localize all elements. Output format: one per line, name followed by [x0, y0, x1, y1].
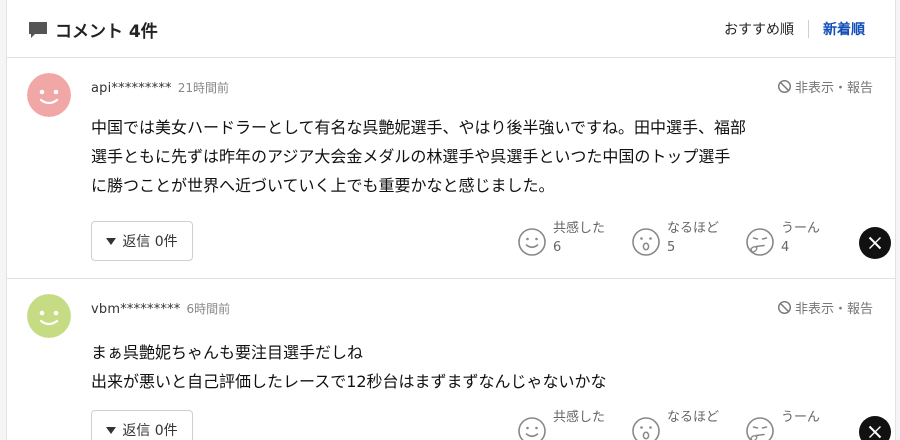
hide-report-label: 非表示・報告: [794, 81, 873, 96]
hide-report-label: 非表示・報告: [794, 302, 873, 317]
comment-bubble-icon: [29, 21, 47, 38]
sort-recommended-tab[interactable]: おすすめ順: [724, 19, 794, 39]
comment-username[interactable]: vbm*********: [91, 302, 181, 317]
x-logo-icon: [868, 425, 882, 439]
smile-face-icon: [518, 228, 546, 256]
reaction-count: 5: [667, 240, 676, 255]
hide-report-link[interactable]: 非表示・報告: [777, 298, 873, 317]
reaction-label: 共感した: [553, 410, 606, 425]
reply-label: 返信 0件: [122, 423, 178, 439]
x-logo-icon: [868, 236, 882, 250]
prohibit-icon: [777, 300, 791, 315]
reaction-insightful-button[interactable]: なるほど 5: [631, 219, 745, 257]
hide-report-link[interactable]: 非表示・報告: [777, 77, 873, 96]
comment-meta: vbm********* 6時間前: [91, 300, 230, 317]
sort-newest-tab[interactable]: 新着順: [823, 19, 865, 39]
reaction-count: 6: [553, 240, 562, 255]
comments-count-label: コメント 4件: [55, 22, 158, 42]
thinking-face-icon: [746, 228, 774, 256]
comment-time: 6時間前: [186, 302, 231, 316]
thinking-face-icon: [746, 417, 774, 440]
surprised-face-icon: [632, 417, 660, 440]
comment-time: 21時間前: [177, 81, 230, 95]
comments-header: コメント 4件 おすすめ順 新着順: [7, 0, 895, 58]
reaction-empathy-button[interactable]: 共感した: [517, 408, 631, 440]
surprised-face-icon: [632, 228, 660, 256]
reaction-insightful-button[interactable]: なるほど: [631, 408, 745, 440]
comment-item: api********* 21時間前 非表示・報告 中国では美女ハードラーとして…: [7, 59, 895, 279]
reaction-label: 共感した: [553, 221, 606, 236]
reply-toggle-button[interactable]: 返信 0件: [91, 221, 193, 261]
reaction-bar: 共感した なるほど うーん: [517, 408, 891, 440]
avatar[interactable]: [27, 73, 71, 117]
reaction-label: なるほど: [667, 221, 720, 236]
reaction-label: うーん: [781, 221, 821, 236]
reaction-label: うーん: [781, 410, 821, 425]
triangle-down-icon: [106, 237, 117, 245]
smile-face-icon: [518, 417, 546, 440]
triangle-down-icon: [106, 426, 117, 434]
reaction-label: なるほど: [667, 410, 720, 425]
comment-meta: api********* 21時間前: [91, 79, 229, 96]
sort-tabs: おすすめ順 新着順: [724, 19, 865, 39]
comment-body: まぁ呉艶妮ちゃんも要注目選手だしね 出来が悪いと自己評価したレースで12秒台はま…: [91, 343, 607, 391]
reply-label: 返信 0件: [122, 234, 178, 250]
page: コメント 4件 おすすめ順 新着順 api********* 21時間前 非表示…: [0, 0, 900, 440]
reaction-empathy-button[interactable]: 共感した 6: [517, 219, 631, 257]
avatar[interactable]: [27, 294, 71, 338]
reaction-hmm-button[interactable]: うーん: [745, 408, 859, 440]
comment-item: vbm********* 6時間前 非表示・報告 まぁ呉艶妮ちゃんも要注目選手だ…: [7, 280, 895, 440]
reaction-hmm-button[interactable]: うーん 4: [745, 219, 859, 257]
prohibit-icon: [777, 79, 791, 94]
share-x-button[interactable]: [859, 416, 891, 440]
share-x-button[interactable]: [859, 227, 891, 259]
comment-body: 中国では美女ハードラーとして有名な呉艶妮選手、やはり後半強いですね。田中選手、福…: [91, 118, 747, 195]
reply-toggle-button[interactable]: 返信 0件: [91, 410, 193, 440]
comments-title: コメント 4件: [27, 17, 158, 42]
reaction-bar: 共感した 6 なるほど 5 うーん 4: [517, 219, 891, 259]
reaction-count: 4: [781, 240, 790, 255]
comment-username[interactable]: api*********: [91, 81, 172, 96]
sort-divider: [808, 20, 809, 38]
comments-panel: コメント 4件 おすすめ順 新着順 api********* 21時間前 非表示…: [6, 0, 896, 440]
